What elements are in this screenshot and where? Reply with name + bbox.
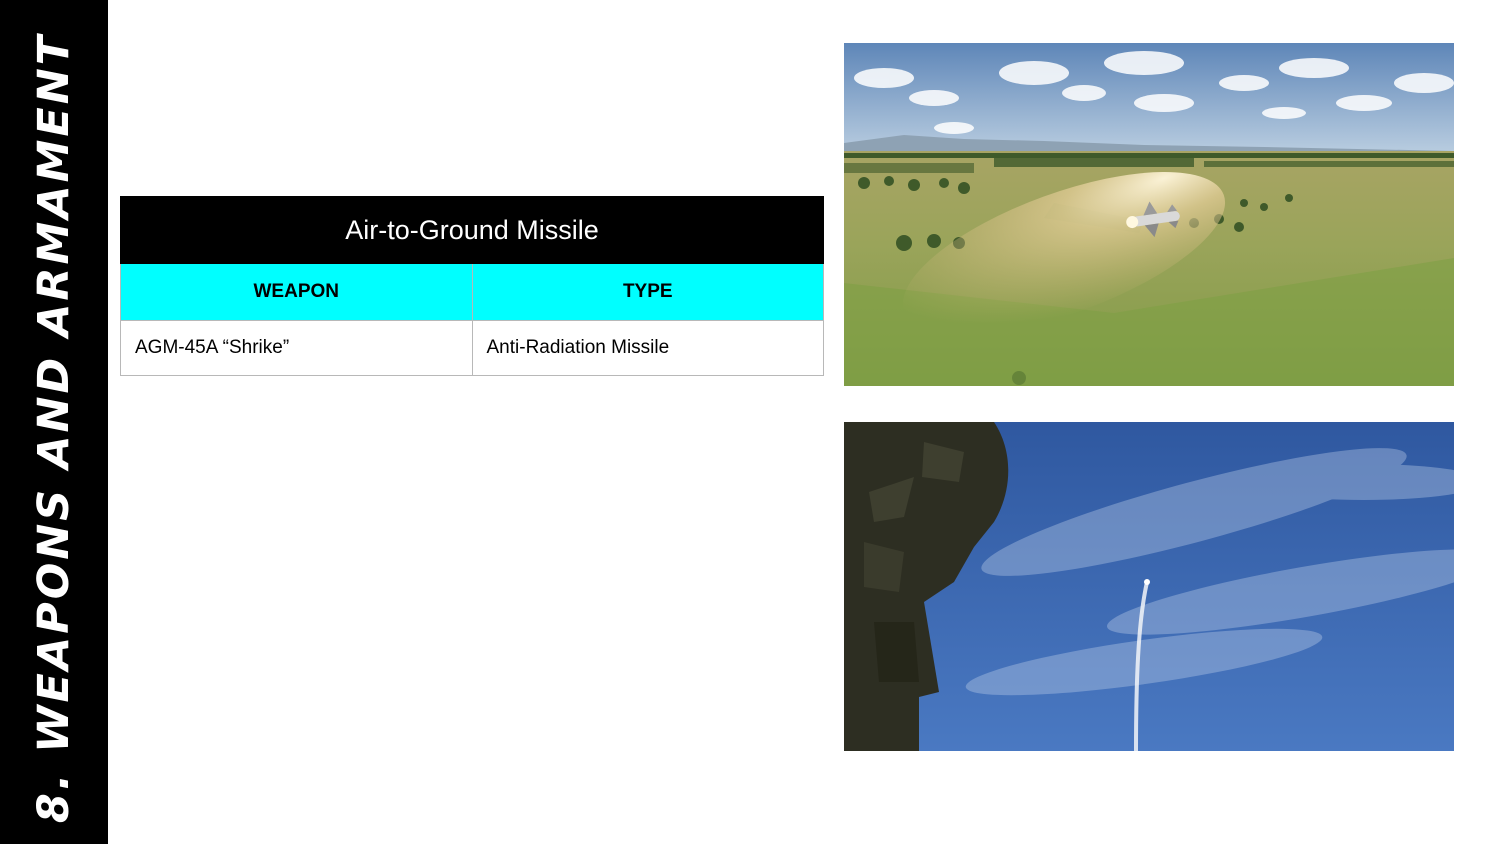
slide: 8. Weapons and Armament Air-to-Ground Mi… xyxy=(0,0,1500,844)
section-title: 8. Weapons and Armament xyxy=(29,32,79,824)
weapon-table: Air-to-Ground Missile WEAPON TYPE AGM-45… xyxy=(120,196,824,376)
weapon-column-header: WEAPON xyxy=(120,263,473,321)
table-title: Air-to-Ground Missile xyxy=(120,196,824,264)
missile-trail-photo xyxy=(844,422,1454,751)
section-sidebar: 8. Weapons and Armament xyxy=(0,0,108,844)
weapon-cell: AGM-45A “Shrike” xyxy=(120,320,473,376)
table-header-row: WEAPON TYPE xyxy=(120,263,824,321)
table-row: AGM-45A “Shrike” Anti-Radiation Missile xyxy=(120,320,824,376)
table-title-row: Air-to-Ground Missile xyxy=(120,196,824,264)
missile-launch-photo xyxy=(844,43,1454,386)
type-cell: Anti-Radiation Missile xyxy=(471,320,824,376)
type-column-header: TYPE xyxy=(471,263,824,321)
